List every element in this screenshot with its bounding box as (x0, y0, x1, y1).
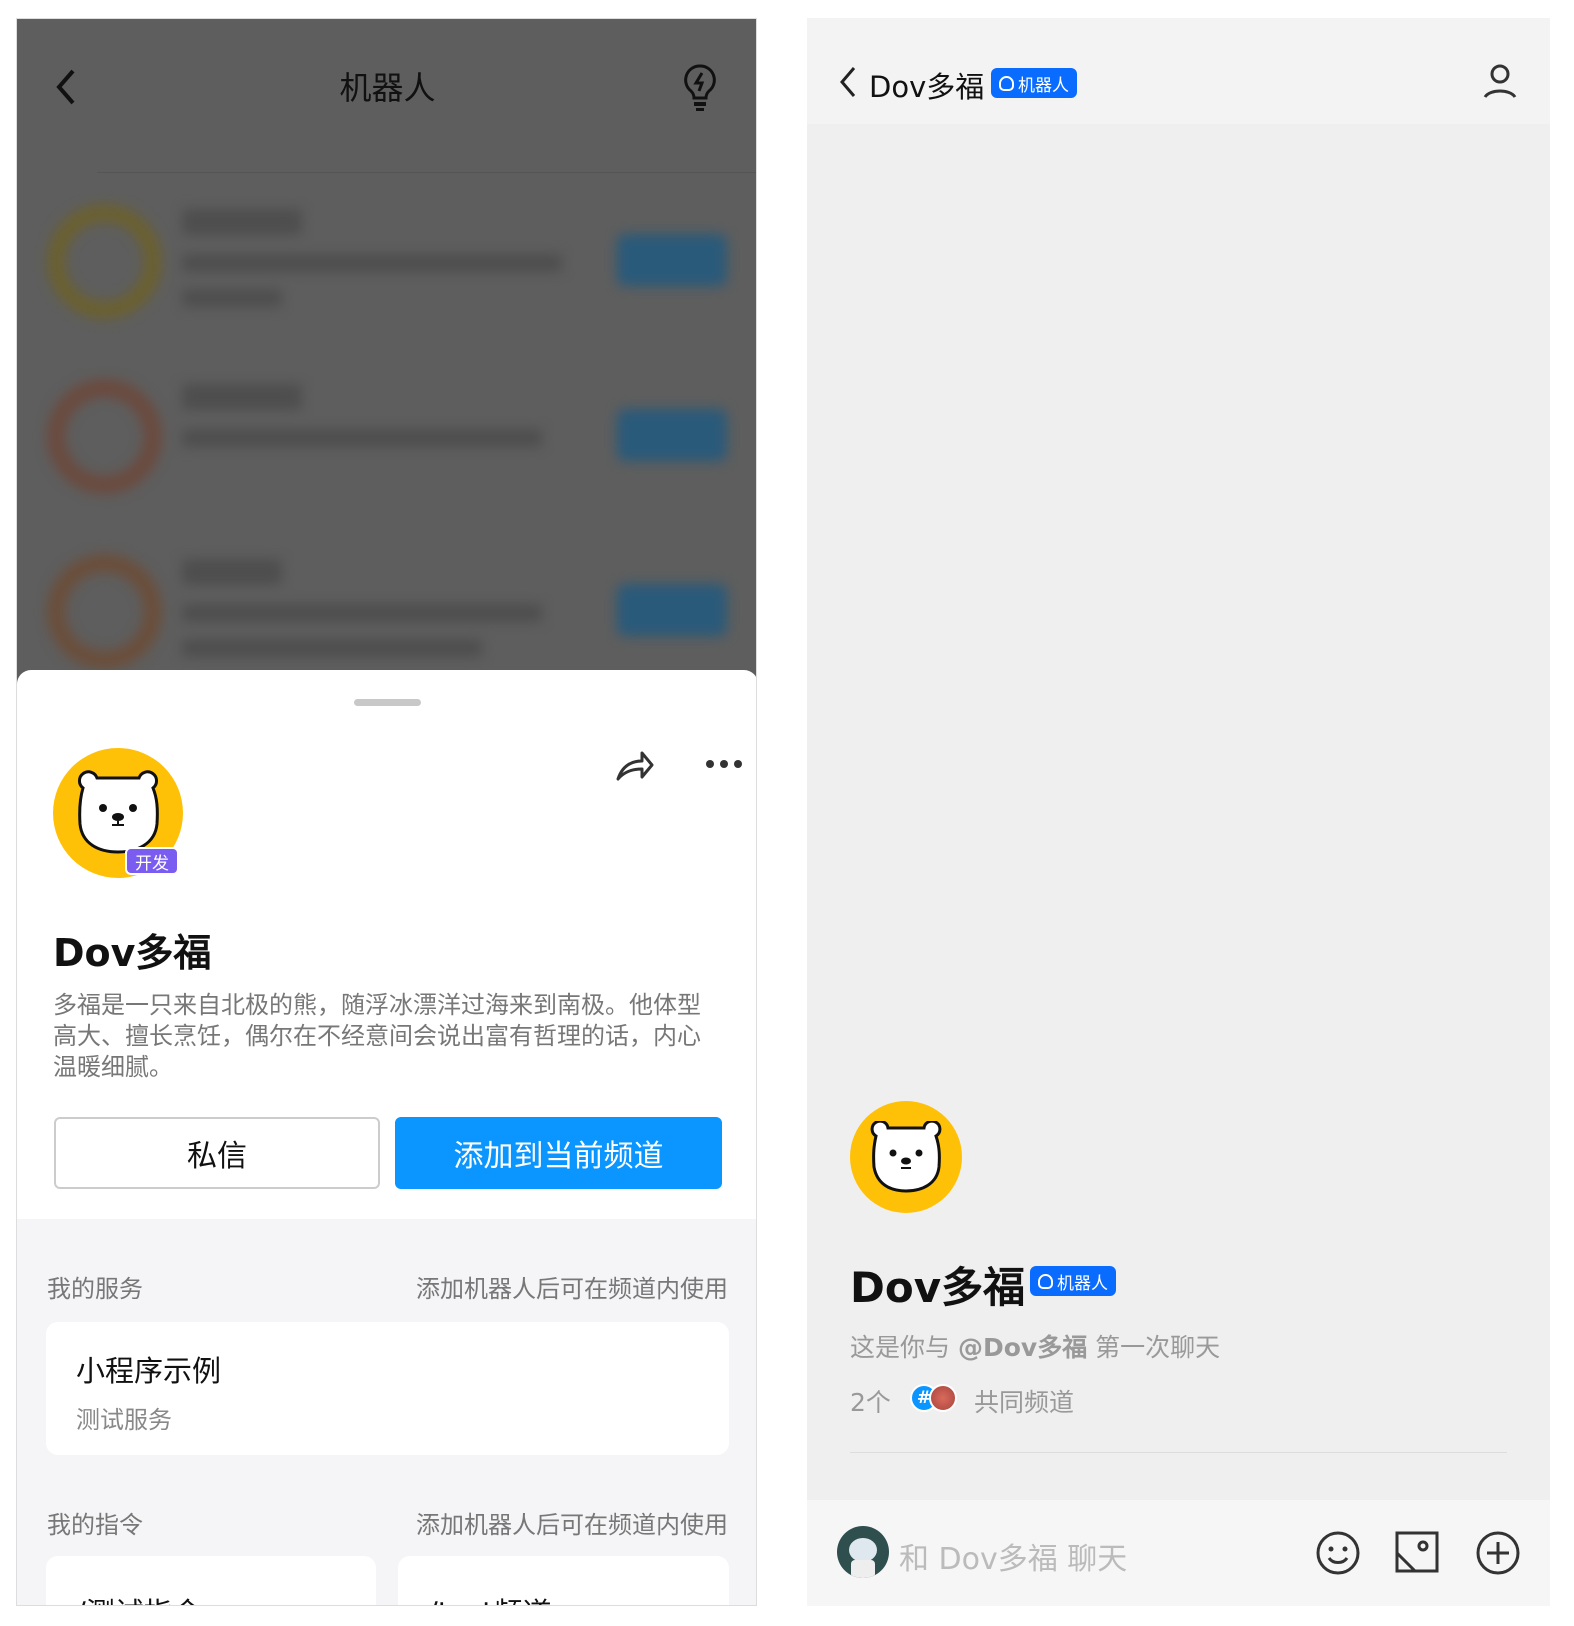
channel-avatar-icon (929, 1384, 957, 1412)
service-subtitle: 测试服务 (76, 1400, 172, 1435)
bot-name: Dov多福 (53, 922, 211, 977)
services-section: 我的服务 添加机器人后可在频道内使用 小程序示例 测试服务 我的指令 添加机器人… (17, 1219, 757, 1606)
common-count: 2个 (850, 1383, 891, 1419)
robot-list-screen: 机器人 开发 Dov多福 多福是一只来自北极的熊，随浮冰漂洋过海来到南极。他体型… (16, 18, 757, 1606)
plus-icon[interactable] (1475, 1530, 1521, 1576)
robot-profile-sheet: 开发 Dov多福 多福是一只来自北极的熊，随浮冰漂洋过海来到南极。他体型高大、擅… (17, 670, 757, 1606)
command-label: /测试指令 (76, 1590, 202, 1606)
divider (850, 1452, 1507, 1453)
bot-avatar (850, 1101, 962, 1213)
services-title: 我的服务 (47, 1269, 143, 1304)
robot-badge: 机器人 (991, 68, 1077, 98)
image-icon[interactable] (1395, 1531, 1439, 1573)
bear-icon (866, 1121, 946, 1193)
page-title: 机器人 (17, 63, 757, 109)
chat-title: Dov多福 (869, 64, 984, 106)
bot-name: Dov多福 (850, 1254, 1025, 1315)
robot-icon (999, 76, 1014, 91)
add-to-channel-button[interactable]: 添加到当前频道 (395, 1117, 722, 1189)
message-input[interactable]: 和 Dov多福 聊天 (899, 1534, 1127, 1578)
dm-button[interactable]: 私信 (54, 1117, 380, 1189)
common-channels-link[interactable]: 共同频道 (974, 1383, 1074, 1419)
bear-icon (71, 770, 165, 854)
input-bar: 和 Dov多福 聊天 (807, 1500, 1550, 1606)
user-avatar (837, 1526, 889, 1578)
chat-screen: Dov多福 机器人 Dov多福 机器人 这是你与 @Dov多福 第一次聊天 2个… (807, 18, 1550, 1606)
command-label: /test频道 (428, 1590, 551, 1606)
share-icon[interactable] (615, 748, 655, 782)
commands-title: 我的指令 (47, 1505, 143, 1540)
drag-handle[interactable] (354, 699, 421, 706)
service-title: 小程序示例 (76, 1348, 221, 1390)
commands-hint: 添加机器人后可在频道内使用 (416, 1505, 728, 1540)
header: 机器人 (17, 19, 757, 173)
robot-icon (1038, 1274, 1053, 1289)
emoji-icon[interactable] (1315, 1530, 1361, 1576)
more-icon[interactable] (705, 758, 743, 770)
user-profile-icon[interactable] (1482, 63, 1518, 101)
first-chat-text: 这是你与 @Dov多福 第一次聊天 (850, 1328, 1220, 1364)
first-chat-suffix: 第一次聊天 (1095, 1333, 1220, 1362)
bot-description: 多福是一只来自北极的熊，随浮冰漂洋过海来到南极。他体型高大、擅长烹饪，偶尔在不经… (53, 990, 718, 1083)
dev-tag: 开发 (125, 847, 179, 875)
robot-badge-label: 机器人 (1057, 1269, 1108, 1294)
first-chat-prefix: 这是你与 (850, 1333, 950, 1362)
services-hint: 添加机器人后可在频道内使用 (416, 1269, 728, 1304)
lightbulb-icon[interactable] (682, 63, 718, 113)
command-card[interactable]: /测试指令 (46, 1556, 376, 1606)
bot-mention[interactable]: @Dov多福 (958, 1333, 1087, 1362)
service-card[interactable]: 小程序示例 测试服务 (46, 1322, 729, 1455)
robot-badge-label: 机器人 (1018, 71, 1069, 96)
blurred-robot-list (17, 174, 757, 674)
chat-header: Dov多福 机器人 (807, 18, 1550, 124)
back-icon[interactable] (837, 65, 859, 99)
command-card[interactable]: /test频道 (398, 1556, 729, 1606)
bot-avatar: 开发 (53, 748, 183, 878)
robot-badge: 机器人 (1030, 1266, 1116, 1296)
